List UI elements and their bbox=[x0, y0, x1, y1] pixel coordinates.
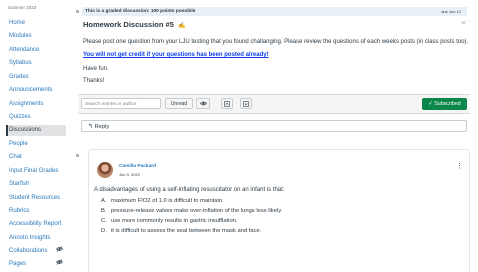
course-navigation: Summer 2023 Home Modules Attendance Syll… bbox=[0, 0, 68, 269]
nav-announcements[interactable]: Announcements bbox=[6, 85, 66, 96]
edit-icon[interactable]: ✍ bbox=[178, 23, 185, 29]
option-d: D. it is difficult to assess the seal bet… bbox=[101, 228, 261, 234]
nav-pages[interactable]: Pages bbox=[6, 259, 66, 270]
checkmark-icon: ✓ bbox=[428, 101, 433, 107]
option-c: C. use more commonly results in gastric i… bbox=[101, 218, 238, 224]
nav-assignments[interactable]: Assignments bbox=[6, 99, 66, 110]
graded-banner: This is a graded discussion: 100 points … bbox=[82, 7, 467, 16]
option-text: pressure-release valves make over-inflat… bbox=[111, 208, 283, 214]
eye-icon bbox=[199, 101, 207, 107]
nav-student-resources[interactable]: Student Resources bbox=[6, 193, 66, 204]
more-options-icon[interactable]: ⋮ bbox=[456, 162, 463, 170]
expand-button[interactable] bbox=[221, 98, 233, 109]
view-toggle-button[interactable] bbox=[196, 98, 210, 109]
nav-collaborations[interactable]: Collaborations bbox=[6, 246, 66, 257]
nav-pages-label: Pages bbox=[9, 261, 27, 267]
term-label: Summer 2023 bbox=[8, 5, 37, 10]
nav-grades[interactable]: Grades bbox=[6, 72, 66, 83]
entry-date: Jun 3, 2023 bbox=[119, 172, 140, 177]
nav-rubrics[interactable]: Rubrics bbox=[6, 206, 66, 217]
eye-off-icon bbox=[56, 246, 63, 257]
nav-input-final-grades[interactable]: Input Final Grades bbox=[6, 166, 66, 177]
nav-collaborations-label: Collaborations bbox=[9, 248, 48, 254]
option-letter: C. bbox=[101, 218, 107, 224]
nav-home[interactable]: Home bbox=[6, 18, 66, 29]
reply-icon: ↰ bbox=[88, 124, 93, 130]
nav-attendance[interactable]: Attendance bbox=[6, 45, 66, 56]
collapse-button[interactable] bbox=[240, 98, 252, 109]
discussion-main: This is a graded discussion: 100 points … bbox=[78, 0, 476, 272]
nav-syllabus[interactable]: Syllabus bbox=[6, 58, 66, 69]
topic-title: Homework Discussion #5 bbox=[83, 20, 174, 29]
reply-label: Reply bbox=[94, 124, 110, 130]
topic-count: 97 bbox=[461, 20, 466, 25]
avatar[interactable] bbox=[97, 162, 113, 178]
search-input[interactable]: Search entries or author bbox=[81, 98, 161, 109]
discussion-toolbar: Search entries or author Unread ✓ Subscr… bbox=[78, 94, 470, 114]
entry-question: A disadvantages of using a self-inflatin… bbox=[94, 187, 285, 193]
nav-annoto-insights[interactable]: Annoto Insights bbox=[6, 233, 66, 244]
option-letter: D. bbox=[101, 228, 107, 234]
nav-accessibility-report[interactable]: Accessibility Report bbox=[6, 219, 66, 230]
nav-quizzes[interactable]: Quizzes bbox=[6, 112, 66, 123]
option-a: A. maximum FIO2 of 1.0 is difficult to ma… bbox=[101, 198, 224, 204]
nav-modules[interactable]: Modules bbox=[6, 31, 66, 42]
option-letter: B. bbox=[101, 208, 107, 214]
topic-warning: You will not get credit if your question… bbox=[83, 52, 269, 58]
option-text: use more commonly results in gastric ins… bbox=[111, 218, 238, 224]
nav-people[interactable]: People bbox=[6, 139, 66, 150]
author-name[interactable]: Camilla Packard bbox=[119, 164, 156, 169]
nav-starfish[interactable]: Starfish bbox=[6, 179, 66, 190]
nav-discussions[interactable]: Discussions bbox=[6, 125, 66, 136]
due-date: due Jun 12 bbox=[441, 9, 461, 14]
subscribed-button[interactable]: ✓ Subscribed bbox=[422, 98, 467, 110]
subscribed-label: Subscribed bbox=[434, 101, 461, 107]
expand-icon bbox=[224, 100, 230, 107]
eye-off-icon bbox=[56, 259, 63, 270]
reply-button[interactable]: ↰ Reply bbox=[81, 120, 467, 132]
option-b: B. pressure-release valves make over-infl… bbox=[101, 208, 282, 214]
option-text: maximum FIO2 of 1.0 is difficult to main… bbox=[111, 198, 224, 204]
option-letter: A. bbox=[101, 198, 107, 204]
topic-body: Please post one question from your LJU t… bbox=[83, 39, 469, 45]
option-text: it is difficult to assess the seal betwe… bbox=[111, 228, 262, 234]
topic-have-fun: Have fun. bbox=[83, 66, 109, 72]
collapse-icon bbox=[243, 100, 249, 107]
graded-text: This is a graded discussion: 100 points … bbox=[85, 9, 196, 14]
topic-thanks: Thanks! bbox=[83, 78, 105, 84]
nav-chat[interactable]: Chat bbox=[6, 152, 66, 163]
unread-filter-button[interactable]: Unread bbox=[165, 98, 193, 109]
discussion-entry: Camilla Packard Jun 3, 2023 ⋮ A disadvan… bbox=[88, 149, 470, 272]
topic-title-row: Homework Discussion #5 ✍ bbox=[83, 20, 185, 29]
